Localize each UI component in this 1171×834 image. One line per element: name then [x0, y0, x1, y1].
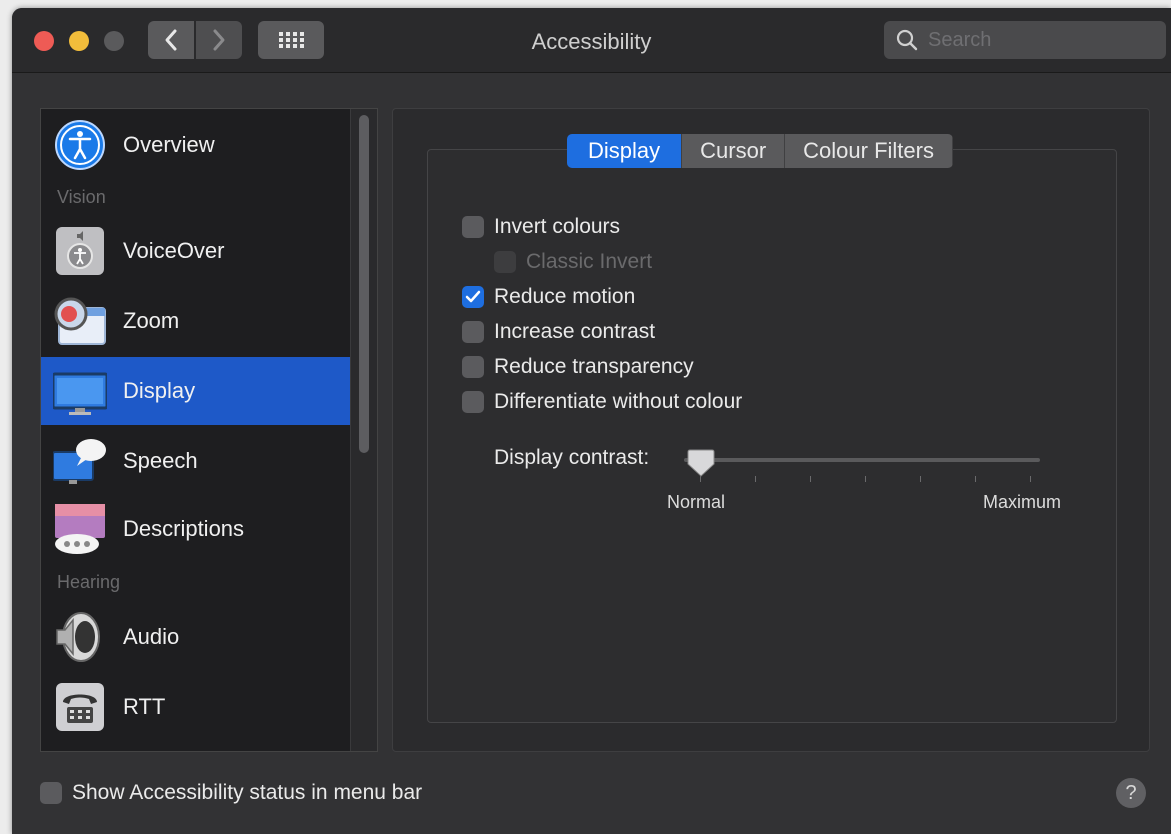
speaker-icon — [53, 610, 107, 664]
slider-min-label: Normal — [667, 492, 726, 512]
show-status-checkbox[interactable]: Show Accessibility status in menu bar — [40, 778, 422, 808]
sidebar-item-label: RTT — [123, 694, 166, 719]
checkbox-box[interactable] — [462, 391, 484, 413]
scroll-thumb[interactable] — [359, 115, 369, 453]
option-label: Reduce transparency — [494, 355, 694, 378]
reduce-transparency-checkbox[interactable]: Reduce transparency — [462, 352, 694, 382]
search-input[interactable] — [926, 27, 1150, 53]
tab-bar: Display Cursor Colour Filters — [567, 134, 953, 168]
option-label: Differentiate without colour — [494, 390, 743, 413]
search-field[interactable] — [884, 21, 1166, 59]
reduce-motion-checkbox[interactable]: Reduce motion — [462, 282, 635, 312]
sidebar-item-label: VoiceOver — [123, 238, 225, 263]
sidebar-item-speech[interactable]: Speech — [41, 427, 351, 495]
checkbox-box[interactable] — [462, 356, 484, 378]
option-label: Classic Invert — [526, 250, 653, 273]
checkbox-box[interactable] — [462, 286, 484, 308]
help-button[interactable]: ? — [1116, 778, 1146, 808]
sidebar-item-descriptions[interactable]: Descriptions — [41, 495, 351, 563]
sidebar-item-display[interactable]: Display — [41, 357, 351, 425]
descriptions-icon — [53, 502, 107, 556]
slider-tick — [700, 476, 701, 482]
search-icon — [896, 29, 918, 51]
sidebar-item-label: Descriptions — [123, 516, 245, 541]
invert-colours-checkbox[interactable]: Invert colours — [462, 212, 620, 242]
sidebar-item-label: Display — [123, 378, 196, 403]
sidebar-scrollbar[interactable] — [350, 109, 377, 751]
tab-colour-filters[interactable]: Colour Filters — [785, 134, 953, 168]
sidebar-item-label: Overview — [123, 132, 215, 157]
sidebar-item-rtt[interactable]: RTT — [41, 673, 351, 741]
option-label: Reduce motion — [494, 285, 636, 308]
sidebar-item-zoom[interactable]: Zoom — [41, 287, 351, 355]
display-settings-box: Invert colours Classic Invert Reduce mot… — [427, 149, 1117, 723]
display-icon — [51, 364, 109, 418]
slider-tick — [920, 476, 921, 482]
status-label: Show Accessibility status in menu bar — [72, 781, 423, 804]
slider-knob[interactable] — [687, 448, 715, 483]
category-vision: Vision — [57, 187, 106, 207]
increase-contrast-checkbox[interactable]: Increase contrast — [462, 317, 655, 347]
slider-tick — [810, 476, 811, 482]
slider-max-label: Maximum — [983, 492, 1062, 512]
slider-tick — [755, 476, 756, 482]
slider-tick — [865, 476, 866, 482]
category-hearing: Hearing — [57, 572, 121, 592]
checkmark-icon — [465, 290, 481, 303]
accessibility-icon — [53, 118, 107, 172]
sidebar-item-label: Speech — [123, 448, 198, 473]
checkbox-box[interactable] — [462, 321, 484, 343]
tab-cursor[interactable]: Cursor — [682, 134, 786, 168]
sidebar-item-audio[interactable]: Audio — [41, 603, 351, 671]
checkbox-box — [494, 251, 516, 273]
display-contrast-slider[interactable] — [684, 458, 1040, 462]
classic-invert-checkbox: Classic Invert — [494, 247, 652, 277]
slider-tick — [975, 476, 976, 482]
differentiate-without-colour-checkbox[interactable]: Differentiate without colour — [462, 387, 742, 417]
checkbox-box[interactable] — [462, 216, 484, 238]
sidebar[interactable]: Overview Vision VoiceOver Zoom Display S… — [40, 108, 378, 752]
content-pane: Invert colours Classic Invert Reduce mot… — [392, 108, 1150, 752]
telephone-icon — [53, 680, 107, 734]
option-label: Invert colours — [494, 215, 621, 238]
checkbox-box[interactable] — [40, 782, 62, 804]
display-contrast-label: Display contrast: — [494, 446, 650, 469]
zoom-icon — [53, 294, 107, 348]
voiceover-icon — [53, 224, 107, 278]
option-label: Increase contrast — [494, 320, 656, 343]
sidebar-item-label: Audio — [123, 624, 180, 649]
tab-display[interactable]: Display — [567, 134, 683, 168]
sidebar-item-overview[interactable]: Overview — [41, 111, 351, 179]
sidebar-item-label: Zoom — [123, 308, 180, 333]
speech-icon — [52, 434, 107, 488]
slider-tick — [1030, 476, 1031, 482]
sidebar-item-voiceover[interactable]: VoiceOver — [41, 217, 351, 285]
title-bar: Accessibility — [12, 8, 1171, 73]
preferences-window: Accessibility Overview Vision — [12, 8, 1171, 834]
